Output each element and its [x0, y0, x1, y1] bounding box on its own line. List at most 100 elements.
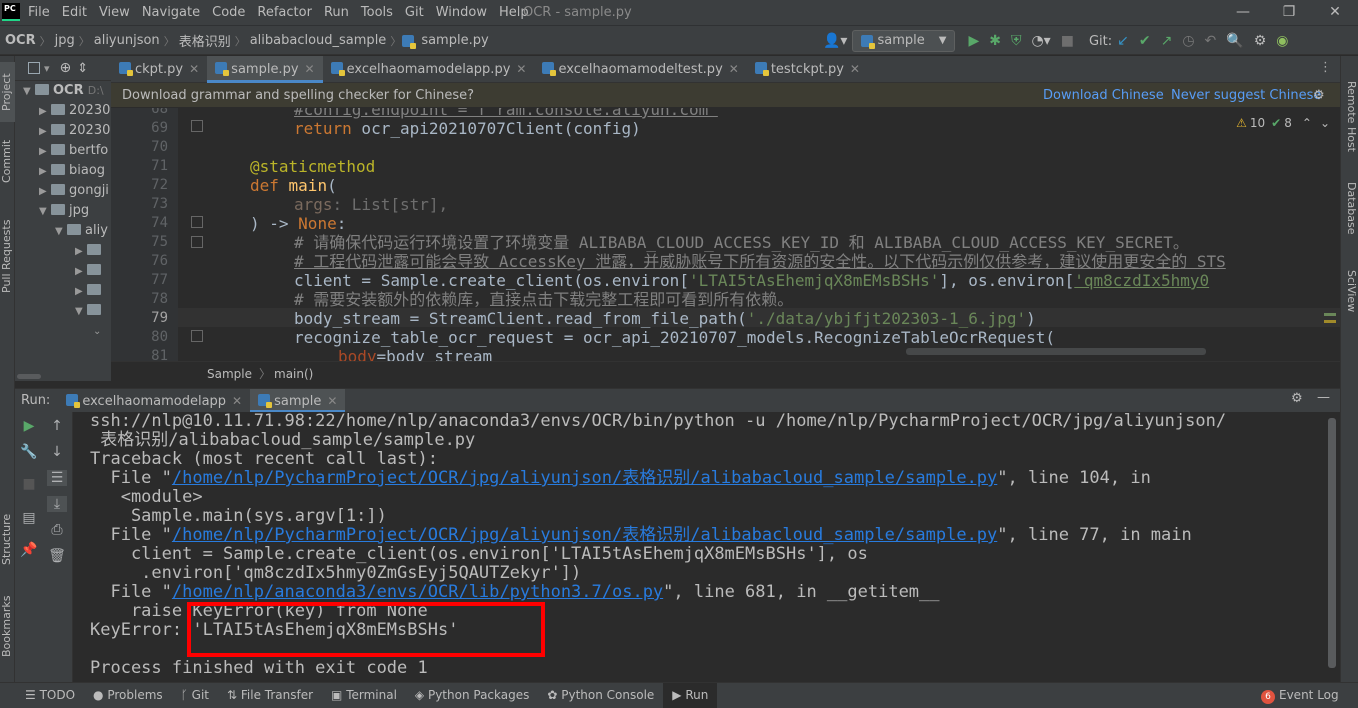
- git-commit-icon[interactable]: ✔: [1134, 33, 1156, 49]
- traceback-link[interactable]: /home/nlp/PycharmProject/OCR/jpg/aliyunj…: [172, 525, 997, 545]
- tool-problems[interactable]: ● Problems: [84, 683, 172, 708]
- print-icon[interactable]: ⎙: [47, 522, 67, 538]
- fold-icon[interactable]: [191, 216, 203, 228]
- download-chinese-link[interactable]: Download Chinese: [1043, 83, 1164, 108]
- tree-item[interactable]: ▶ 20230: [39, 121, 111, 141]
- tab-testckpt[interactable]: testckpt.py ✕: [747, 56, 868, 83]
- close-icon[interactable]: ✕: [729, 62, 739, 76]
- profile-icon[interactable]: ◔▾: [1026, 33, 1055, 49]
- close-icon[interactable]: ✕: [189, 62, 199, 76]
- run-tab-sample[interactable]: sample ✕: [250, 388, 346, 413]
- tree-item[interactable]: ▶: [75, 261, 111, 281]
- chevron-up-icon[interactable]: ⌃: [1302, 116, 1312, 130]
- crumb-aliyunjson[interactable]: aliyunjson: [91, 33, 163, 48]
- history-icon[interactable]: ◷: [1177, 33, 1199, 49]
- tool-bookmarks[interactable]: Bookmarks: [0, 586, 15, 666]
- minimize-icon[interactable]: —: [1220, 0, 1266, 25]
- chevron-down-icon[interactable]: ⌄: [1320, 116, 1330, 130]
- plugin-icon[interactable]: ◉: [1271, 33, 1293, 49]
- tool-pull-requests[interactable]: Pull Requests: [0, 206, 15, 306]
- tree-item[interactable]: ▼: [75, 301, 111, 321]
- up-icon[interactable]: ↑: [47, 418, 67, 434]
- run-configuration-select[interactable]: sample ▼: [852, 30, 956, 52]
- error-stripe-mark[interactable]: [1324, 320, 1336, 323]
- menu-code[interactable]: Code: [206, 0, 251, 25]
- maximize-icon[interactable]: ❐: [1266, 0, 1312, 25]
- run-tab-excelhaomamodelapp[interactable]: excelhaomamodelapp ✕: [58, 389, 250, 413]
- close-icon[interactable]: ✕: [327, 394, 337, 408]
- menu-navigate[interactable]: Navigate: [136, 0, 206, 25]
- rollback-icon[interactable]: ↶: [1200, 33, 1222, 49]
- coverage-icon[interactable]: ⛨: [1006, 33, 1027, 49]
- close-icon[interactable]: ✕: [305, 62, 315, 76]
- tool-project[interactable]: Project: [0, 62, 15, 122]
- traceback-link[interactable]: /home/nlp/PycharmProject/OCR/jpg/aliyunj…: [172, 468, 997, 488]
- stop-icon[interactable]: ■: [1056, 33, 1079, 49]
- crumb-ocr[interactable]: OCR: [2, 33, 39, 48]
- editor-horizontal-scrollbar[interactable]: [906, 348, 1206, 355]
- menu-window[interactable]: Window: [430, 0, 493, 25]
- never-suggest-link[interactable]: Never suggest Chinese: [1171, 83, 1321, 108]
- tree-item[interactable]: ▶ bertfo: [39, 141, 111, 161]
- fold-icon[interactable]: [191, 330, 203, 342]
- menu-file[interactable]: File: [22, 0, 56, 25]
- tree-item[interactable]: ▶: [75, 241, 111, 261]
- code-editor[interactable]: 68 69 70 71 72 73 74 75 76 77 78 79 80 8…: [111, 108, 1340, 361]
- tree-root[interactable]: ▼ OCR D:\: [23, 81, 111, 101]
- menu-run[interactable]: Run: [318, 0, 355, 25]
- tree-item[interactable]: ⌄: [93, 321, 111, 341]
- tab-ckpt[interactable]: ckpt.py ✕: [111, 56, 207, 83]
- menu-edit[interactable]: Edit: [56, 0, 93, 25]
- search-icon[interactable]: 🔍: [1221, 33, 1248, 49]
- tool-todo[interactable]: ☰ TODO: [16, 683, 84, 708]
- run-icon[interactable]: ▶: [963, 33, 984, 49]
- locate-icon[interactable]: ⊕: [60, 60, 72, 76]
- crumb-table-ocr[interactable]: 表格识别: [176, 31, 234, 50]
- git-update-icon[interactable]: ↙: [1112, 33, 1134, 49]
- tool-terminal[interactable]: ▣ Terminal: [322, 683, 406, 708]
- tool-remote-host[interactable]: Remote Host: [1343, 76, 1358, 156]
- stop-icon[interactable]: ■: [19, 476, 39, 492]
- pin-icon[interactable]: 📌: [19, 542, 39, 558]
- tool-python-packages[interactable]: ◈ Python Packages: [406, 683, 538, 708]
- layout-icon[interactable]: ▤: [19, 510, 39, 526]
- trash-icon[interactable]: 🗑: [47, 548, 67, 564]
- tool-run[interactable]: ▶ Run: [663, 683, 718, 708]
- tool-database[interactable]: Database: [1343, 176, 1358, 241]
- tab-excelhaomamodeltest[interactable]: excelhaomamodeltest.py ✕: [534, 56, 746, 83]
- traceback-link[interactable]: /home/nlp/anaconda3/envs/OCR/lib/python3…: [172, 582, 663, 602]
- tree-item[interactable]: ▶ 20230: [39, 101, 111, 121]
- crumb-class[interactable]: Sample: [207, 362, 252, 386]
- fold-icon[interactable]: [191, 120, 203, 132]
- user-icon[interactable]: 👤▾: [818, 33, 852, 49]
- menu-view[interactable]: View: [93, 0, 136, 25]
- wrench-icon[interactable]: 🔧: [19, 444, 39, 460]
- scroll-to-end-icon[interactable]: ⤓: [47, 496, 67, 512]
- tool-event-log[interactable]: 6 Event Log: [1252, 683, 1348, 708]
- tree-item-aliyunjson[interactable]: ▼ aliy: [55, 221, 111, 241]
- inspection-widget[interactable]: ⚠ 10 ✔ 8 ⌃ ⌄: [1236, 116, 1330, 130]
- tool-git[interactable]: ᚴ Git: [172, 683, 218, 708]
- more-tabs-icon[interactable]: ⋮: [1319, 60, 1332, 75]
- gear-icon[interactable]: ⚙: [1291, 391, 1303, 406]
- close-icon[interactable]: ✕: [232, 394, 242, 408]
- collapse-icon[interactable]: ⇕: [77, 61, 88, 76]
- tree-item[interactable]: ▶ biaog: [39, 161, 111, 181]
- debug-icon[interactable]: ✱: [984, 33, 1006, 49]
- project-scrollbar[interactable]: [17, 374, 41, 379]
- tool-python-console[interactable]: ✿ Python Console: [538, 683, 663, 708]
- close-icon[interactable]: ✕: [1312, 0, 1358, 25]
- menu-git[interactable]: Git: [399, 0, 430, 25]
- gear-icon[interactable]: ⚙: [1249, 33, 1272, 49]
- project-view-icon[interactable]: [28, 62, 40, 74]
- console-scrollbar[interactable]: [1328, 418, 1336, 668]
- down-icon[interactable]: ↓: [47, 444, 67, 460]
- tool-sciview[interactable]: SciView: [1343, 261, 1358, 321]
- tab-sample[interactable]: sample.py ✕: [207, 55, 323, 83]
- git-push-icon[interactable]: ↗: [1156, 33, 1178, 49]
- hide-icon[interactable]: —: [1317, 390, 1330, 405]
- soft-wrap-icon[interactable]: ☰: [47, 470, 67, 486]
- tree-item-jpg[interactable]: ▼ jpg: [39, 201, 111, 221]
- tree-item[interactable]: ▶ gongji: [39, 181, 111, 201]
- close-icon[interactable]: ✕: [516, 62, 526, 76]
